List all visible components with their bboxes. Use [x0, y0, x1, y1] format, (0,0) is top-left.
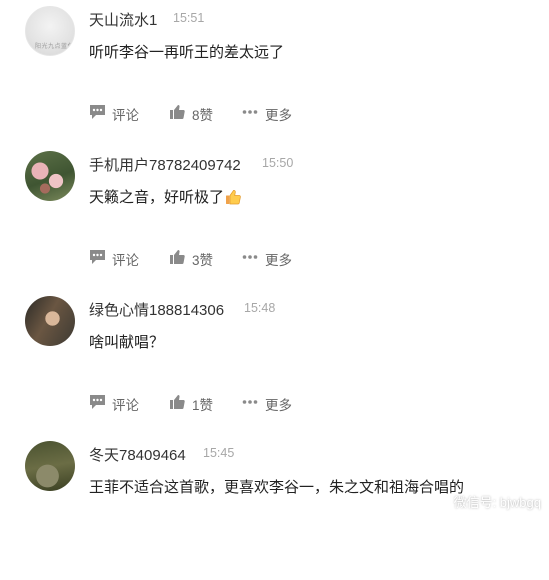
comment-actions: 评论 3赞 更多	[89, 248, 389, 268]
comment-item: 手机用户78782409742 15:50 天籁之音，好听极了 评论 3赞 更多	[0, 145, 549, 290]
username[interactable]: 手机用户78782409742	[89, 154, 241, 175]
username[interactable]: 绿色心情188814306	[89, 299, 224, 320]
comment-time: 15:45	[203, 446, 235, 460]
avatar[interactable]	[25, 296, 75, 346]
like-count: 1赞	[192, 398, 214, 413]
watermark-text: 微信号: bjwbgq	[453, 495, 541, 510]
reply-label: 评论	[112, 108, 139, 123]
comment-item: 阳光九点蓝色 天山流水1 15:51 听听李谷一再听王的差太远了 评论 8赞 更…	[0, 0, 549, 145]
reply-label: 评论	[112, 398, 139, 413]
comment-time: 15:50	[262, 156, 294, 170]
wechat-icon	[431, 495, 449, 510]
more-label: 更多	[265, 398, 292, 413]
comment-text: 王菲不适合这首歌，更喜欢李谷一，朱之文和祖海合唱的	[89, 479, 465, 496]
comment-time: 15:51	[173, 11, 205, 25]
avatar[interactable]	[25, 441, 75, 491]
more-icon	[242, 255, 258, 259]
comment-icon	[90, 105, 105, 119]
more-icon	[242, 110, 258, 114]
avatar[interactable]	[25, 151, 75, 201]
more-label: 更多	[265, 253, 292, 268]
comment-text: 啥叫献唱？	[89, 334, 165, 351]
reply-label: 评论	[112, 253, 139, 268]
thumbs-up-icon	[170, 395, 185, 409]
thumbs-up-icon	[170, 250, 185, 264]
comment-icon	[90, 250, 105, 264]
more-label: 更多	[265, 108, 292, 123]
thumbs-up-icon	[170, 105, 185, 119]
comment-actions: 评论 1赞 更多	[89, 393, 389, 413]
avatar[interactable]: 阳光九点蓝色	[25, 6, 75, 56]
thumbs-up-emoji-icon	[226, 189, 241, 205]
comment-icon	[90, 395, 105, 409]
comment-text: 听听李谷一再听王的差太远了	[89, 44, 285, 61]
like-count: 8赞	[192, 108, 214, 123]
more-icon	[242, 400, 258, 404]
username[interactable]: 天山流水1	[89, 9, 157, 30]
comment-text: 天籁之音，好听极了	[89, 189, 225, 206]
like-count: 3赞	[192, 253, 214, 268]
comment-actions: 评论 8赞 更多	[89, 103, 389, 123]
avatar-text: 阳光九点蓝色	[35, 44, 75, 50]
username[interactable]: 冬天78409464	[89, 444, 186, 465]
comment-text-wrap: 天籁之音，好听极了	[89, 186, 241, 207]
wechat-watermark: 微信号: bjwbgq	[431, 492, 541, 511]
comment-time: 15:48	[244, 301, 276, 315]
comment-item: 绿色心情188814306 15:48 啥叫献唱？ 评论 1赞 更多	[0, 290, 549, 435]
